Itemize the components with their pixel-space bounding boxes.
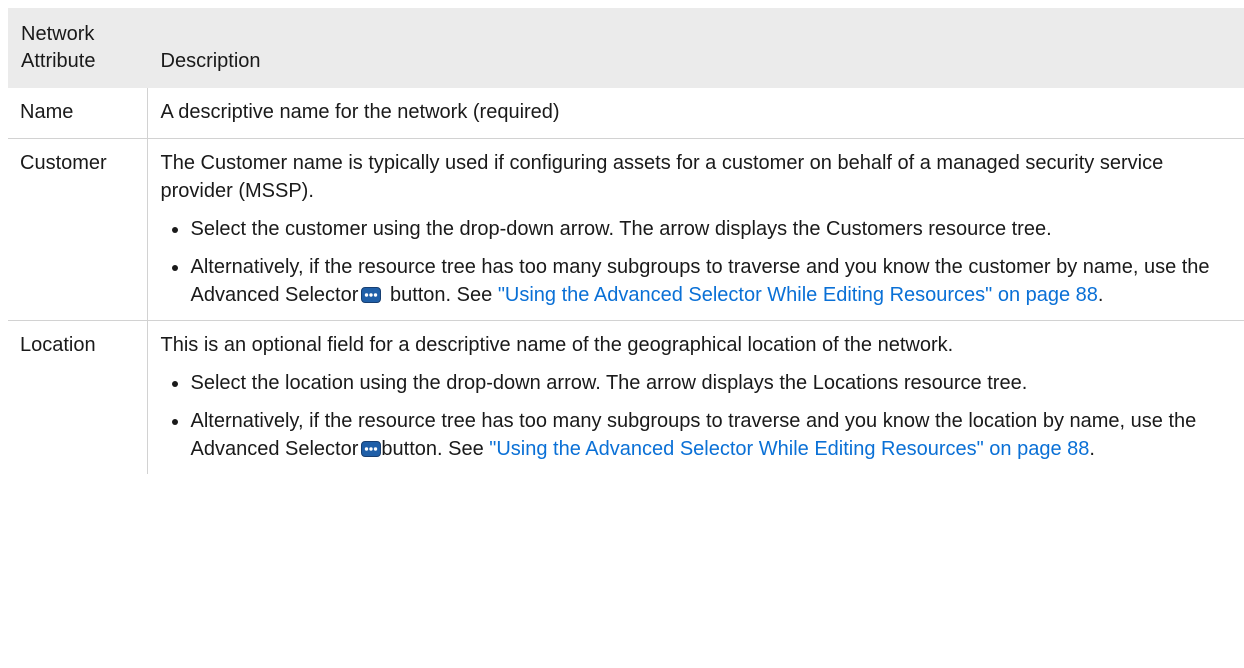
description-cell: The Customer name is typically used if c… xyxy=(147,138,1244,321)
bullet-list: Select the location using the drop-down … xyxy=(161,369,1227,463)
header-attr-line1: Network xyxy=(21,23,95,45)
description-cell: A descriptive name for the network (requ… xyxy=(160,101,560,123)
description-intro: This is an optional field for a descript… xyxy=(160,334,954,356)
table-row-customer: Customer The Customer name is typically … xyxy=(8,138,1244,321)
bullet-list: Select the customer using the drop-down … xyxy=(161,215,1227,309)
network-attributes-table: Network Attribute Description Name A desc… xyxy=(8,8,1244,474)
bullet-text: button. See xyxy=(381,438,490,460)
attribute-cell: Name xyxy=(8,88,148,139)
bullet-text: button. See xyxy=(384,284,498,306)
list-item: Alternatively, if the resource tree has … xyxy=(161,253,1227,309)
attribute-cell: Customer xyxy=(8,138,148,321)
advanced-selector-link[interactable]: "Using the Advanced Selector While Editi… xyxy=(489,438,1089,460)
bullet-text: . xyxy=(1089,438,1095,460)
table-row-name: Name A descriptive name for the network … xyxy=(8,88,1244,139)
table-row-location: Location This is an optional field for a… xyxy=(8,320,1244,474)
header-row: Network Attribute Description xyxy=(8,8,1244,88)
list-item: Select the location using the drop-down … xyxy=(161,369,1227,397)
advanced-selector-icon xyxy=(361,287,382,303)
description-intro: The Customer name is typically used if c… xyxy=(160,152,1164,202)
header-network-attribute: Network Attribute xyxy=(8,8,147,88)
list-item: Alternatively, if the resource tree has … xyxy=(161,407,1227,463)
bullet-text: . xyxy=(1097,284,1104,306)
header-description: Description xyxy=(146,8,1244,88)
list-item: Select the customer using the drop-down … xyxy=(161,215,1227,243)
header-attr-line2: Attribute xyxy=(21,50,96,72)
description-cell: This is an optional field for a descript… xyxy=(147,320,1244,474)
advanced-selector-icon xyxy=(361,441,382,457)
attribute-cell: Location xyxy=(8,320,148,474)
advanced-selector-link[interactable]: "Using the Advanced Selector While Editi… xyxy=(498,284,1098,306)
table-header: Network Attribute Description xyxy=(8,8,1244,88)
